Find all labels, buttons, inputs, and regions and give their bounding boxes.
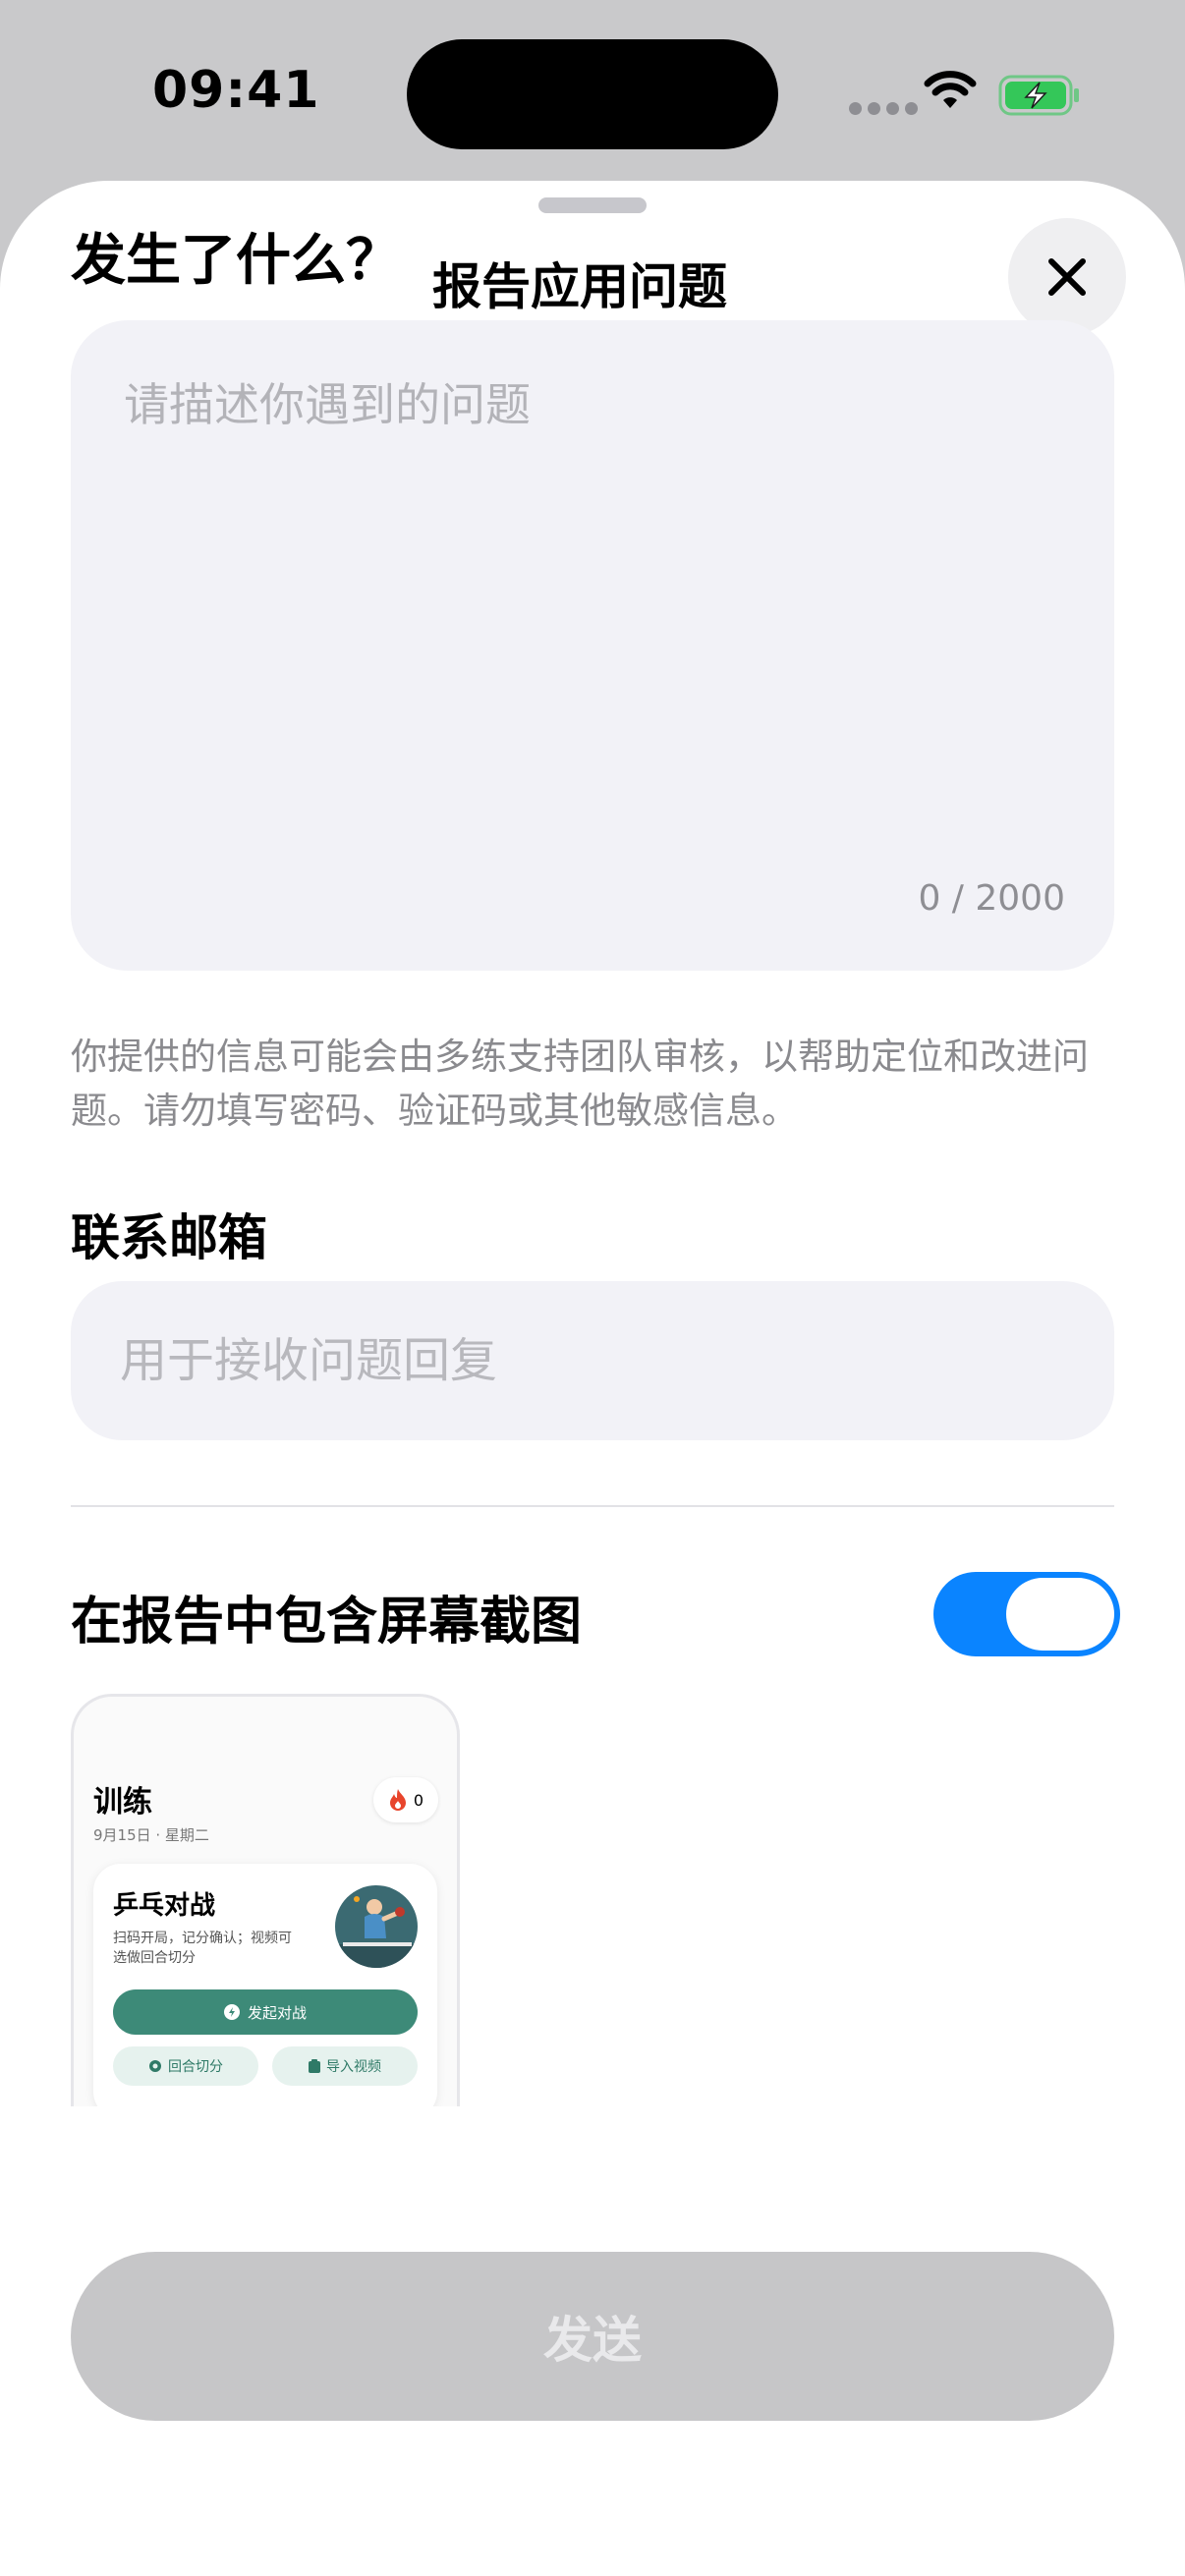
- description-input[interactable]: [71, 320, 1114, 971]
- preview-secondary-2: 导入视频: [326, 2059, 381, 2075]
- screenshot-toggle-label: 在报告中包含屏幕截图: [71, 1593, 583, 1652]
- character-counter: 0 / 2000: [918, 878, 1065, 919]
- preview-import-video-button: 导入视频: [272, 2046, 418, 2086]
- toggle-knob: [1006, 1578, 1114, 1651]
- preview-secondary-1: 回合切分: [168, 2059, 223, 2075]
- email-title: 联系邮箱: [71, 1209, 267, 1266]
- status-time: 09:41: [152, 61, 320, 120]
- clipboard-icon: [309, 2059, 320, 2073]
- preview-primary-label: 发起对战: [247, 2003, 307, 2022]
- battery-charging-icon: [998, 75, 1079, 116]
- preview-round-split-button: 回合切分: [113, 2046, 258, 2086]
- send-button[interactable]: 发送: [71, 2252, 1114, 2421]
- email-field[interactable]: [71, 1281, 1114, 1440]
- divider: [71, 1505, 1114, 1507]
- question-title: 发生了什么？: [71, 229, 401, 293]
- cellular-signal-icon: [849, 102, 918, 115]
- preview-card-title: 乒乓对战: [113, 1891, 216, 1921]
- close-button[interactable]: [1008, 218, 1126, 336]
- dynamic-island: [407, 39, 778, 149]
- flame-icon: [389, 1789, 406, 1811]
- sheet-grabber[interactable]: [538, 197, 647, 213]
- preview-streak-count: 0: [413, 1790, 424, 1810]
- screenshot-toggle[interactable]: [933, 1572, 1120, 1656]
- privacy-notice: 你提供的信息可能会由多练支持团队审核，以帮助定位和改进问题。请勿填写密码、验证码…: [71, 1036, 1089, 1132]
- screenshot-preview[interactable]: 训练 9月15日 · 星期二 0 乒乓对战 扫码开局，记分确认；视频可选做回合切…: [71, 1694, 460, 2106]
- status-bar: 09:41: [0, 0, 1185, 187]
- ping-pong-player-avatar: [335, 1885, 418, 1968]
- wifi-icon: [924, 71, 977, 108]
- preview-card: 乒乓对战 扫码开局，记分确认；视频可选做回合切分 发起对战 回合切分 导入视频: [93, 1864, 437, 2106]
- preview-date: 9月15日 · 星期二: [93, 1826, 209, 1844]
- preview-start-battle-button: 发起对战: [113, 1989, 418, 2035]
- target-icon: [149, 2060, 161, 2072]
- bolt-icon: [223, 2004, 240, 2020]
- preview-card-desc: 扫码开局，记分确认；视频可选做回合切分: [113, 1931, 292, 1966]
- close-icon: [1048, 258, 1086, 296]
- preview-title: 训练: [93, 1785, 152, 1820]
- preview-streak-badge: 0: [373, 1777, 438, 1822]
